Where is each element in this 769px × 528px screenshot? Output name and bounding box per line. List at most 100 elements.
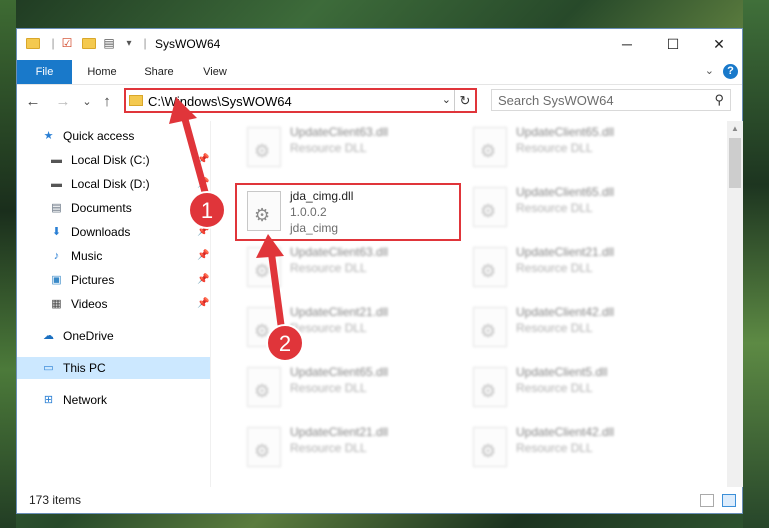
sidebar-item-downloads[interactable]: ⬇ Downloads 📌 bbox=[17, 221, 210, 243]
file-description: Resource DLL bbox=[290, 141, 367, 155]
pin-icon: 📌 bbox=[197, 298, 210, 309]
vertical-scrollbar[interactable]: ▲ bbox=[727, 121, 743, 487]
help-icon[interactable]: ? bbox=[723, 64, 738, 79]
gear-icon: ⚙ bbox=[480, 141, 497, 161]
sidebar-item-label: Videos bbox=[71, 297, 108, 311]
close-button[interactable]: ✕ bbox=[696, 29, 742, 59]
status-bar: 173 items bbox=[17, 489, 742, 513]
sidebar-item-pictures[interactable]: ▣ Pictures 📌 bbox=[17, 269, 210, 291]
sidebar-item-label: This PC bbox=[63, 361, 106, 375]
sidebar-item-label: OneDrive bbox=[63, 329, 114, 343]
computer-icon: ▭ bbox=[43, 362, 54, 374]
new-folder-icon[interactable] bbox=[81, 36, 97, 50]
file-description: Resource DLL bbox=[516, 261, 593, 275]
back-button[interactable]: ← bbox=[23, 91, 43, 111]
gear-icon: ⚙ bbox=[480, 321, 497, 341]
sidebar-item-documents[interactable]: ▤ Documents 📌 bbox=[17, 197, 210, 219]
gear-icon: ⚙ bbox=[480, 441, 497, 461]
up-button[interactable]: ↑ bbox=[97, 91, 117, 111]
gear-icon: ⚙ bbox=[480, 201, 497, 221]
desktop-background-right bbox=[743, 0, 769, 528]
file-item[interactable]: ⚙ UpdateClient5.dll Resource DLL bbox=[467, 363, 697, 415]
tab-home[interactable]: Home bbox=[77, 60, 127, 84]
sidebar-item-local-disk-d[interactable]: ▬ Local Disk (D:) 📌 bbox=[17, 173, 210, 195]
sidebar-item-this-pc[interactable]: ▭ This PC bbox=[17, 357, 210, 379]
address-path[interactable]: C:\Windows\SysWOW64 bbox=[148, 94, 292, 109]
gear-icon: ⚙ bbox=[254, 321, 271, 341]
file-item[interactable]: ⚙ UpdateClient65.dll Resource DLL bbox=[241, 363, 471, 415]
file-name: UpdateClient42.dll bbox=[516, 425, 615, 439]
search-icon[interactable]: ⚲ bbox=[714, 92, 724, 108]
file-description: Resource DLL bbox=[516, 201, 593, 215]
large-icons-view-icon[interactable] bbox=[722, 494, 736, 507]
pin-icon: 📌 bbox=[197, 250, 210, 261]
cloud-icon: ☁ bbox=[43, 330, 54, 342]
navigation-bar: ← → ⌄ ↑ C:\Windows\SysWOW64 ⌄ ↻ Search S… bbox=[17, 85, 742, 117]
file-name: UpdateClient63.dll bbox=[290, 245, 389, 259]
star-icon: ★ bbox=[43, 130, 54, 142]
recent-locations-button[interactable]: ⌄ bbox=[77, 91, 97, 111]
customize-icon[interactable]: ▤ bbox=[101, 36, 117, 50]
dll-file-icon: ⚙ bbox=[473, 247, 507, 287]
expand-ribbon-icon[interactable]: ⌄ bbox=[705, 64, 714, 77]
file-list: ⚙ UpdateClient63.dll Resource DLL ⚙ UpdateCl… bbox=[211, 121, 727, 487]
sidebar-item-label: Music bbox=[71, 249, 103, 263]
sidebar-item-local-disk-c[interactable]: ▬ Local Disk (C:) 📌 bbox=[17, 149, 210, 171]
video-icon: ▦ bbox=[51, 298, 62, 310]
gear-icon: ⚙ bbox=[254, 441, 271, 461]
highlight-box-file bbox=[235, 183, 461, 241]
file-name: UpdateClient21.dll bbox=[290, 305, 389, 319]
scroll-up-icon[interactable]: ▲ bbox=[727, 121, 743, 137]
folder-icon bbox=[25, 36, 41, 50]
pictures-icon: ▣ bbox=[51, 274, 62, 286]
file-item[interactable]: ⚙ UpdateClient21.dll Resource DLL bbox=[467, 243, 697, 295]
window-title: SysWOW64 bbox=[155, 37, 221, 51]
dll-file-icon: ⚙ bbox=[473, 427, 507, 467]
sidebar-item-network[interactable]: ⊞ Network bbox=[17, 389, 210, 411]
file-name: UpdateClient21.dll bbox=[290, 425, 389, 439]
file-item[interactable]: ⚙ UpdateClient21.dll Resource DLL bbox=[241, 303, 471, 355]
dll-file-icon: ⚙ bbox=[247, 367, 281, 407]
sidebar-item-videos[interactable]: ▦ Videos 📌 bbox=[17, 293, 210, 315]
dll-file-icon: ⚙ bbox=[247, 427, 281, 467]
file-item[interactable]: ⚙ UpdateClient65.dll Resource DLL bbox=[467, 123, 697, 175]
sidebar-item-quick-access[interactable]: ★ Quick access bbox=[17, 125, 210, 147]
dll-file-icon: ⚙ bbox=[247, 307, 281, 347]
refresh-button[interactable]: ↻ bbox=[454, 90, 475, 111]
file-item[interactable]: ⚙ UpdateClient42.dll Resource DLL bbox=[467, 303, 697, 355]
sidebar-item-music[interactable]: ♪ Music 📌 bbox=[17, 245, 210, 267]
file-name: UpdateClient65.dll bbox=[516, 125, 615, 139]
file-item[interactable]: ⚙ UpdateClient65.dll Resource DLL bbox=[467, 183, 697, 235]
file-description: Resource DLL bbox=[516, 441, 593, 455]
file-name: UpdateClient42.dll bbox=[516, 305, 615, 319]
file-item[interactable]: ⚙ UpdateClient42.dll Resource DLL bbox=[467, 423, 697, 475]
drive-icon: ▬ bbox=[51, 178, 62, 190]
address-bar[interactable]: C:\Windows\SysWOW64 ⌄ ↻ bbox=[124, 88, 477, 113]
quick-access-dropdown-icon[interactable]: ▾ bbox=[121, 36, 137, 50]
navigation-pane: ★ Quick access ▬ Local Disk (C:) 📌 ▬ Local Dis… bbox=[17, 121, 211, 487]
sidebar-item-label: Local Disk (D:) bbox=[71, 177, 150, 191]
file-description: Resource DLL bbox=[290, 381, 367, 395]
drive-icon: ▬ bbox=[51, 154, 62, 166]
gear-icon: ⚙ bbox=[480, 261, 497, 281]
dll-file-icon: ⚙ bbox=[473, 187, 507, 227]
sidebar-item-label: Documents bbox=[71, 201, 132, 215]
search-input[interactable]: Search SysWOW64 ⚲ bbox=[491, 89, 731, 111]
forward-button[interactable]: → bbox=[53, 91, 73, 111]
tab-view[interactable]: View bbox=[191, 60, 239, 84]
sidebar-item-label: Local Disk (C:) bbox=[71, 153, 150, 167]
tab-share[interactable]: Share bbox=[135, 60, 183, 84]
details-view-icon[interactable] bbox=[700, 494, 714, 507]
file-item[interactable]: ⚙ UpdateClient63.dll Resource DLL bbox=[241, 243, 471, 295]
gear-icon: ⚙ bbox=[480, 381, 497, 401]
address-dropdown-icon[interactable]: ⌄ bbox=[442, 93, 451, 106]
scroll-thumb[interactable] bbox=[729, 138, 741, 188]
file-item[interactable]: ⚙ UpdateClient63.dll Resource DLL bbox=[241, 123, 471, 175]
file-item[interactable]: ⚙ UpdateClient21.dll Resource DLL bbox=[241, 423, 471, 475]
sidebar-item-onedrive[interactable]: ☁ OneDrive bbox=[17, 325, 210, 347]
maximize-button[interactable]: ☐ bbox=[650, 29, 696, 59]
minimize-button[interactable]: ─ bbox=[604, 29, 650, 59]
tab-file[interactable]: File bbox=[17, 60, 72, 84]
pin-icon: 📌 bbox=[197, 178, 210, 189]
properties-icon[interactable]: ☑ bbox=[59, 36, 75, 50]
